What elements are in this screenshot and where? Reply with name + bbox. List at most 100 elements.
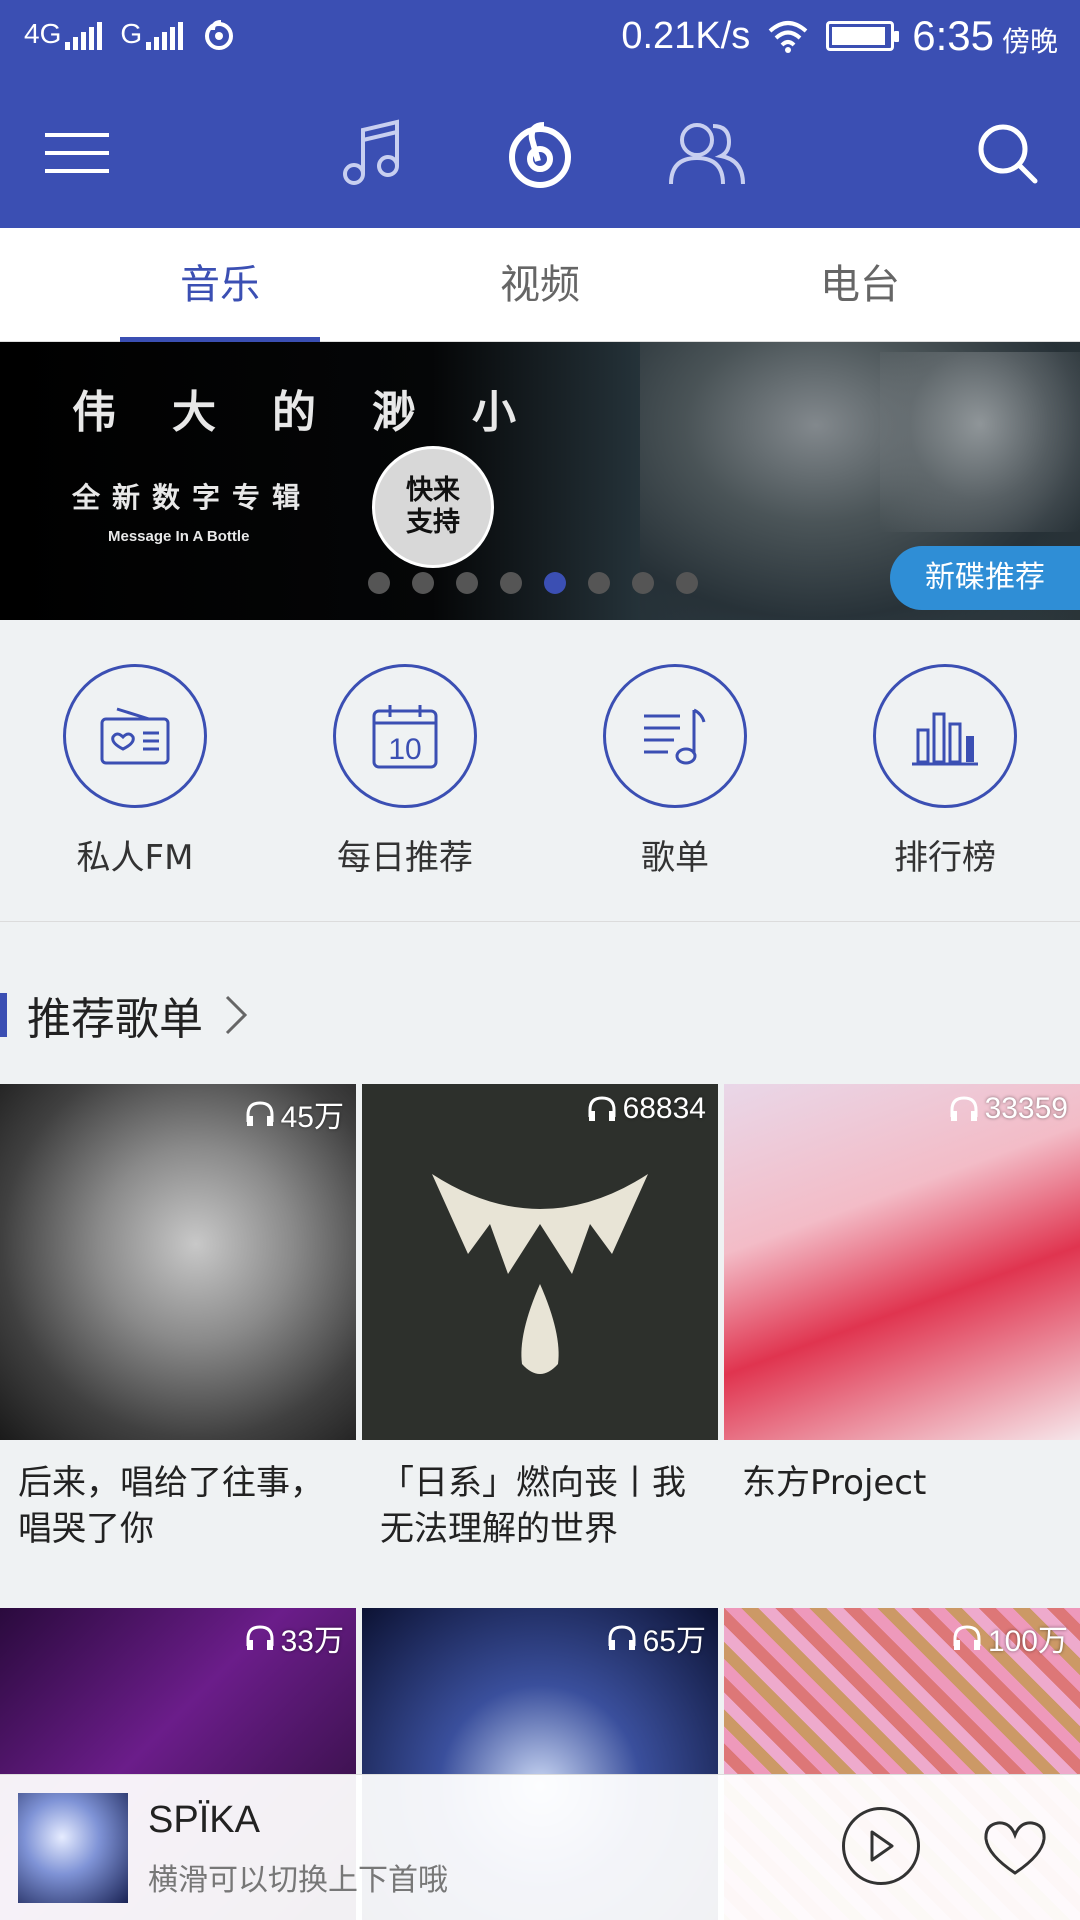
- ranking-label: 排行榜: [894, 838, 996, 878]
- carousel-dot[interactable]: [588, 572, 610, 594]
- playlist-name-2: 「日系」燃向丧丨我无法理解的世界: [380, 1463, 686, 1549]
- like-button[interactable]: [980, 1813, 1050, 1883]
- playlist-name-1: 后来，唱给了往事，唱哭了你: [18, 1463, 324, 1549]
- content-tabs: 音乐 视频 电台: [0, 228, 1080, 342]
- carousel-dots: [368, 572, 698, 594]
- menu-button[interactable]: [32, 108, 122, 198]
- play-count-2: 68834: [587, 1092, 706, 1126]
- carousel-dot[interactable]: [500, 572, 522, 594]
- private-fm-circle: [63, 664, 207, 808]
- play-count-1: 45万: [245, 1092, 344, 1136]
- carousel-dot[interactable]: [368, 572, 390, 594]
- banner-subtitle-en: Message In A Bottle: [108, 528, 250, 545]
- crying-eye-art: [432, 1174, 648, 1374]
- recommend-title: 推荐歌单: [27, 994, 203, 1045]
- banner-subtitle: 全新数字专辑: [72, 481, 313, 514]
- recommend-header[interactable]: 推荐歌单: [0, 980, 249, 1050]
- chevron-right-icon: [225, 995, 248, 1035]
- play-count-value: 100万: [987, 1625, 1068, 1658]
- playlist-entry[interactable]: 歌单: [575, 664, 775, 879]
- search-button[interactable]: [962, 108, 1052, 198]
- banner-title: 伟大的渺小: [72, 387, 572, 438]
- play-count-value: 65万: [642, 1625, 706, 1658]
- tab-video[interactable]: 视频: [440, 228, 640, 342]
- playlist-cover-1: 45万: [0, 1084, 356, 1440]
- daily-recommend-entry[interactable]: 10 每日推荐: [305, 664, 505, 879]
- carousel-dot[interactable]: [544, 572, 566, 594]
- carousel-dot[interactable]: [456, 572, 478, 594]
- carousel-dot[interactable]: [676, 572, 698, 594]
- headphones-icon: [608, 1625, 636, 1650]
- play-count-value: 33359: [984, 1092, 1068, 1125]
- radio-heart-icon: [100, 707, 170, 765]
- playlist-icon: [644, 708, 706, 765]
- calendar-icon: 10: [372, 705, 438, 769]
- signal-icon-2: [146, 20, 184, 50]
- network-type-2: G: [120, 18, 143, 49]
- banner-artist-highlight: [880, 352, 1080, 532]
- section-marker: [0, 993, 7, 1037]
- netease-logo-icon: [509, 122, 571, 188]
- status-bar: 4G G 0.21K/s 6:35 傍晚: [0, 0, 1080, 78]
- play-icon: [870, 1830, 894, 1862]
- play-count-6: 100万: [952, 1616, 1068, 1660]
- playlist-circle: [603, 664, 747, 808]
- play-count-5: 65万: [607, 1616, 706, 1660]
- menu-icon: [45, 133, 109, 173]
- top-nav: [0, 78, 1080, 228]
- banner-tag: 新碟推荐: [890, 546, 1080, 610]
- netease-notification-icon: [205, 20, 234, 50]
- chart-bars-icon: [912, 712, 978, 766]
- wifi-icon: [768, 21, 808, 53]
- carousel-dot[interactable]: [412, 572, 434, 594]
- signal-icon: [65, 20, 103, 50]
- headphones-icon: [246, 1101, 274, 1126]
- network-indicator-2: G: [120, 18, 184, 50]
- play-button[interactable]: [842, 1807, 920, 1885]
- ranking-circle: [873, 664, 1017, 808]
- playlist-cover-2: 68834: [362, 1084, 718, 1440]
- playlist-cover-3: 33359: [724, 1084, 1080, 1440]
- clock: 6:35: [912, 12, 994, 59]
- music-note-icon: [343, 119, 399, 185]
- now-playing-hint: 横滑可以切换上下首哦: [148, 1863, 448, 1898]
- play-count-3: 33359: [949, 1092, 1068, 1126]
- private-fm-entry[interactable]: 私人FM: [35, 664, 235, 879]
- quick-entries: 私人FM 10 每日推荐 歌单 排行榜: [0, 620, 1080, 922]
- friends-icon: [669, 123, 745, 185]
- discover-tab-button[interactable]: [495, 108, 585, 198]
- clock-period: 傍晚: [1001, 26, 1058, 57]
- play-count-value: 45万: [280, 1101, 344, 1134]
- playlist-label: 歌单: [641, 838, 709, 878]
- headphones-icon: [246, 1625, 274, 1650]
- playlist-card-2[interactable]: 68834 「日系」燃向丧丨我无法理解的世界: [362, 1084, 718, 1552]
- private-fm-label: 私人FM: [76, 838, 194, 878]
- carousel-dot[interactable]: [632, 572, 654, 594]
- battery-fill: [832, 27, 886, 45]
- network-type-1: 4G: [24, 18, 62, 49]
- playlist-card-1[interactable]: 45万 后来，唱给了往事，唱哭了你: [0, 1084, 356, 1552]
- ranking-entry[interactable]: 排行榜: [845, 664, 1045, 879]
- daily-recommend-label: 每日推荐: [337, 838, 473, 878]
- network-indicator-1: 4G: [24, 18, 103, 50]
- battery-icon: [826, 21, 900, 51]
- calendar-day: 10: [388, 733, 421, 766]
- heart-icon: [984, 1821, 1046, 1875]
- banner-support-badge: 快来 支持: [372, 446, 494, 568]
- search-icon: [978, 124, 1038, 184]
- tab-music[interactable]: 音乐: [120, 228, 320, 342]
- playlist-card-3[interactable]: 33359 东方Project: [724, 1084, 1080, 1506]
- headphones-icon: [953, 1625, 981, 1650]
- now-playing-title: SPÏKA: [148, 1799, 260, 1841]
- tab-radio[interactable]: 电台: [760, 228, 960, 342]
- badge-line-1: 快来: [406, 475, 460, 506]
- friends-tab-button[interactable]: [662, 108, 752, 198]
- mini-player[interactable]: SPÏKA 横滑可以切换上下首哦: [0, 1774, 1080, 1920]
- app-header: 4G G 0.21K/s 6:35 傍晚: [0, 0, 1080, 228]
- play-count-value: 68834: [622, 1092, 706, 1125]
- badge-line-2: 支持: [406, 507, 460, 538]
- daily-recommend-circle: 10: [333, 664, 477, 808]
- music-tab-button[interactable]: [328, 108, 418, 198]
- headphones-icon: [588, 1096, 616, 1121]
- now-playing-cover: [18, 1793, 128, 1903]
